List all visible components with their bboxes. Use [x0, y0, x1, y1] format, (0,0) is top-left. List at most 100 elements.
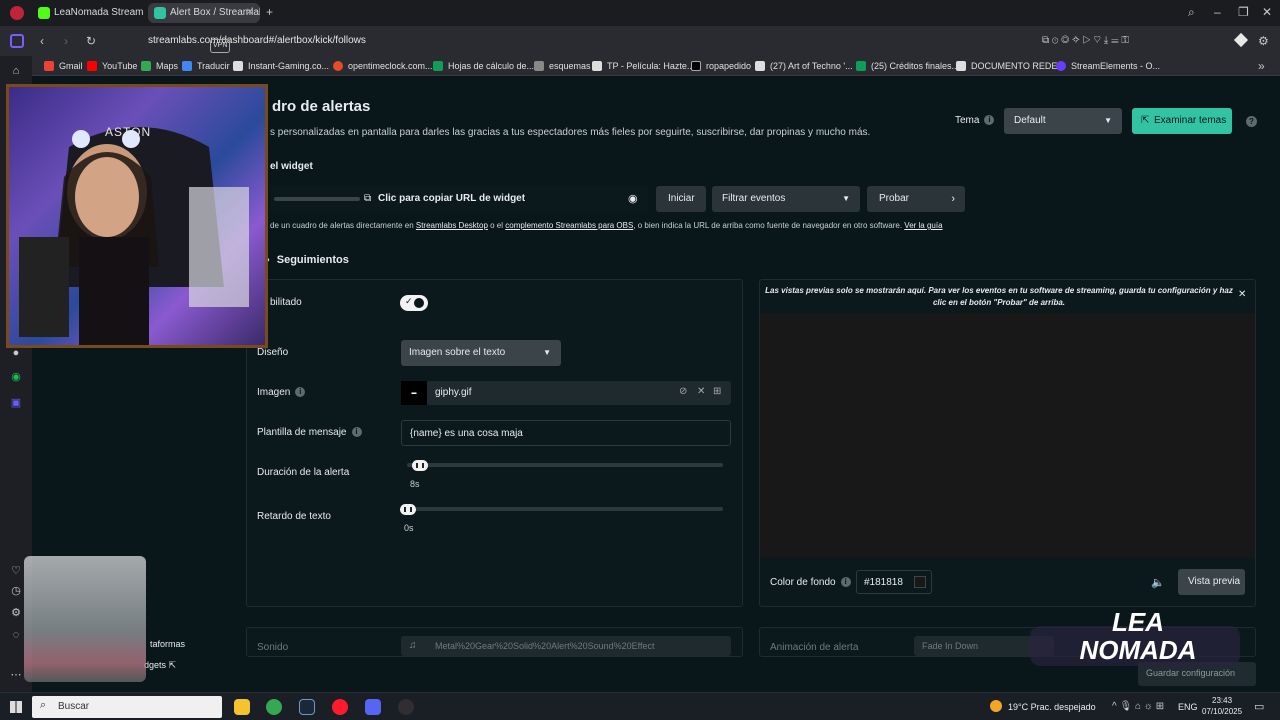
- url-field[interactable]: VPN streamlabs.com/dashboard#/alertbox/k…: [104, 31, 1024, 53]
- enabled-toggle[interactable]: ✓: [400, 295, 428, 311]
- bg-color-input[interactable]: #181818: [856, 570, 932, 594]
- tips-icon[interactable]: ◌: [9, 628, 23, 642]
- extensions-icon[interactable]: ⧉ ⊙ ◎ ✧ ▷ ♡ ⤓ ☰ ⚿: [1042, 34, 1129, 48]
- weather-text[interactable]: 19°C Prac. despejado: [1008, 702, 1096, 712]
- help-icon[interactable]: ?: [1246, 116, 1257, 127]
- settings-icon[interactable]: ⚙: [9, 606, 23, 620]
- history-icon[interactable]: ◷: [9, 584, 23, 598]
- sidebar-app2-icon[interactable]: ▣: [9, 396, 23, 410]
- forward-icon[interactable]: ›: [64, 34, 68, 48]
- sidebar-widgets-item[interactable]: dgets ⇱: [144, 660, 176, 671]
- filter-events-select[interactable]: Filtrar eventos ▼: [712, 186, 860, 212]
- windows-start-icon[interactable]: [10, 701, 22, 713]
- layout-select[interactable]: Imagen sobre el texto ▼: [401, 340, 561, 366]
- bookmark-esquemas[interactable]: esquemas: [534, 59, 591, 73]
- windows-taskbar: ⌕ Buscar 19°C Prac. despejado ^ 🎙 ⌂ ☼ ⊞ …: [0, 692, 1280, 720]
- notification-icon[interactable]: ▭: [1254, 700, 1264, 713]
- tab-alert-box[interactable]: Alert Box / Streamlabs ✕: [148, 3, 260, 23]
- bookmark-streamelements[interactable]: StreamElements - O...: [1056, 59, 1160, 73]
- taskbar-search[interactable]: ⌕ Buscar: [32, 696, 222, 718]
- section-title[interactable]: › Seguimientos: [266, 254, 349, 266]
- bookmark-documento[interactable]: DOCUMENTO REDE...: [956, 59, 1065, 73]
- reload-icon[interactable]: ↻: [86, 34, 96, 48]
- tab-lea-nomada[interactable]: LeaNomada Stream - Wa: [32, 3, 144, 23]
- info-icon[interactable]: i: [351, 427, 362, 438]
- bookmark-hojas[interactable]: Hojas de cálculo de...: [433, 59, 534, 73]
- obs-icon[interactable]: [398, 699, 414, 715]
- close-window-icon[interactable]: ✕: [1262, 5, 1272, 19]
- image-field[interactable]: ▬ giphy.gif ⊘ ✕ ⊞: [401, 381, 731, 405]
- bookmark-gmail[interactable]: Gmail: [44, 59, 83, 73]
- vpn-shield-icon[interactable]: [1233, 32, 1249, 48]
- test-label: Probar: [879, 193, 910, 204]
- new-tab-icon[interactable]: +: [266, 5, 273, 19]
- text-delay-slider[interactable]: [401, 507, 723, 511]
- link-icon[interactable]: ⊘: [679, 386, 687, 397]
- guide-link[interactable]: Ver la guía: [904, 221, 942, 230]
- language-indicator[interactable]: ENG: [1178, 702, 1198, 712]
- spotify-icon[interactable]: ◉: [9, 370, 23, 384]
- chrome-icon[interactable]: [266, 699, 282, 715]
- bookmark-tp-pelicula[interactable]: TP - Película: Hazte...: [592, 59, 694, 73]
- discord-icon[interactable]: [365, 699, 381, 715]
- opera-icon[interactable]: [332, 699, 348, 715]
- close-tab-icon[interactable]: ✕: [246, 3, 254, 23]
- theme-label-text: Tema: [955, 115, 980, 126]
- color-swatch[interactable]: [914, 576, 926, 588]
- sidebar-home-icon[interactable]: ⌂: [9, 64, 23, 78]
- info-icon[interactable]: i: [984, 115, 995, 126]
- duration-slider[interactable]: [407, 463, 723, 467]
- bookmark-label: (25) Créditos finales...: [871, 61, 960, 71]
- bookmark-maps[interactable]: Maps: [141, 59, 178, 73]
- info-icon[interactable]: i: [840, 577, 851, 588]
- bookmark-instant-gaming[interactable]: Instant-Gaming.co...: [233, 59, 329, 73]
- sidebar-platforms-item[interactable]: taformas: [150, 639, 185, 649]
- start-button[interactable]: Iniciar: [656, 186, 706, 212]
- home-icon[interactable]: [10, 34, 24, 48]
- clock-date[interactable]: 07/10/2025: [1202, 707, 1242, 716]
- eye-icon[interactable]: ◉: [628, 192, 638, 205]
- template-input[interactable]: {name} es una cosa maja: [401, 420, 731, 446]
- bookmark-opentimeclock[interactable]: opentimeclock.com...: [333, 59, 433, 73]
- bookmarks-more-icon[interactable]: »: [1258, 59, 1265, 73]
- volume-icon[interactable]: 🔈: [1151, 576, 1165, 589]
- explore-themes-button[interactable]: ⇱ Examinar temas: [1132, 108, 1232, 134]
- menu-icon[interactable]: ⚙: [1258, 34, 1269, 48]
- bookmark-traducir[interactable]: Traducir: [182, 59, 230, 73]
- text-delay-slider-handle[interactable]: [400, 504, 416, 515]
- heart-icon[interactable]: ♡: [9, 564, 23, 578]
- clock-time[interactable]: 23:43: [1212, 696, 1232, 705]
- maximize-icon[interactable]: ❐: [1238, 5, 1249, 19]
- duration-label: Duración de la alerta: [257, 467, 350, 478]
- more-icon[interactable]: ⋯: [9, 668, 23, 682]
- search-tabs-icon[interactable]: ⌕: [1188, 5, 1195, 19]
- test-button[interactable]: Probar ›: [867, 186, 965, 212]
- tray-icons[interactable]: ^ 🎙 ⌂ ☼ ⊞: [1112, 701, 1164, 712]
- bookmark-ropapedido[interactable]: ropapedido: [691, 59, 751, 73]
- remove-icon[interactable]: ✕: [697, 386, 705, 397]
- duration-slider-handle[interactable]: [412, 460, 428, 471]
- bookmark-creditos[interactable]: (25) Créditos finales...: [856, 59, 959, 73]
- bookmark-art-of-techno[interactable]: (27) Art of Techno '...: [755, 59, 853, 73]
- obs-plugin-link[interactable]: complemento Streamlabs para OBS: [505, 221, 633, 230]
- bookmark-youtube[interactable]: YouTube: [87, 59, 137, 73]
- sound-filename: Metal%20Gear%20Solid%20Alert%20Sound%20E…: [435, 641, 655, 651]
- webcam-overlay: ASTON: [6, 84, 268, 348]
- streamlabs-desktop-link[interactable]: Streamlabs Desktop: [416, 221, 488, 230]
- theme-select[interactable]: Default ▼: [1004, 108, 1122, 134]
- folder-icon: [233, 61, 243, 71]
- file-explorer-icon[interactable]: [234, 699, 250, 715]
- back-icon[interactable]: ‹: [40, 34, 44, 48]
- search-icon: ⌕: [40, 699, 47, 711]
- widget-url-field[interactable]: ⧉ Clic para copiar URL de widget ◉: [270, 186, 648, 212]
- sound-field[interactable]: ♫ Metal%20Gear%20Solid%20Alert%20Sound%2…: [401, 636, 731, 656]
- sidebar-app-icon[interactable]: ●: [9, 346, 23, 360]
- gallery-icon[interactable]: ⊞: [713, 386, 721, 397]
- minimize-icon[interactable]: –: [1214, 5, 1221, 19]
- info-icon[interactable]: i: [295, 387, 306, 398]
- steam-icon[interactable]: [299, 699, 315, 715]
- vpn-badge[interactable]: VPN: [210, 39, 231, 53]
- close-notice-icon[interactable]: ✕: [1238, 289, 1246, 300]
- preview-button[interactable]: Vista previa: [1178, 569, 1245, 595]
- browser-logo-icon[interactable]: [10, 6, 24, 20]
